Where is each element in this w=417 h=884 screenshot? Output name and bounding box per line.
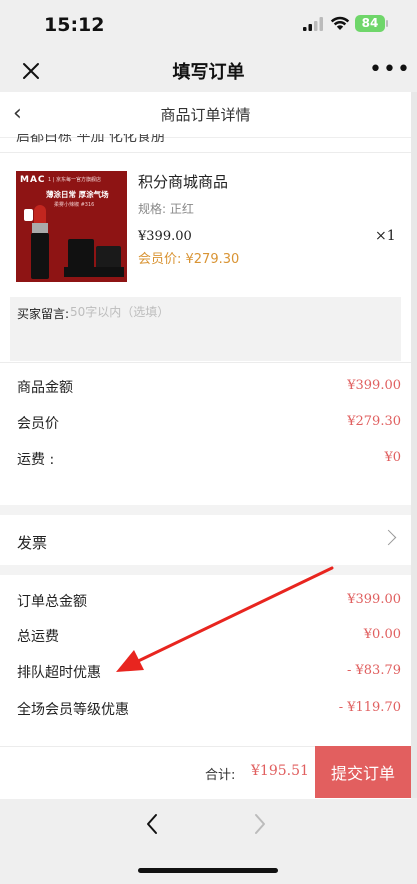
section-divider bbox=[0, 505, 411, 515]
signal-icon bbox=[303, 17, 323, 31]
member-price-value: ¥279.30 bbox=[347, 414, 401, 429]
image-headline: 薄涂日常 厚涂气场 bbox=[46, 190, 109, 199]
image-subline: 柔雾小辣椒 #316 bbox=[54, 202, 95, 208]
image-badge bbox=[24, 209, 33, 221]
member-price-label: 会员价 bbox=[17, 416, 59, 432]
queue-timeout-discount-value: - ¥83.79 bbox=[346, 663, 401, 678]
lipstick-bullet-icon bbox=[34, 205, 46, 223]
goods-amount-label: 商品金额 bbox=[17, 380, 73, 396]
member-level-discount-value: - ¥119.70 bbox=[338, 700, 401, 715]
order-total-value: ¥399.00 bbox=[347, 592, 401, 607]
lipstick-case-icon bbox=[31, 233, 49, 279]
forward-arrow-icon[interactable] bbox=[252, 812, 268, 836]
annotation-arrow bbox=[116, 566, 334, 672]
lipstick-sleeve-icon bbox=[32, 223, 48, 233]
shipping-label: 运费 : bbox=[17, 452, 55, 468]
invoice-row[interactable] bbox=[0, 515, 411, 565]
total-shipping-label: 总运费 bbox=[17, 629, 59, 645]
back-arrow-icon[interactable] bbox=[144, 812, 160, 836]
order-total-label: 订单总金额 bbox=[17, 594, 87, 610]
remark-label: 买家留言: bbox=[17, 307, 70, 321]
product-box-icon bbox=[64, 267, 124, 277]
shipping-value: ¥0 bbox=[384, 450, 401, 465]
divider bbox=[0, 152, 411, 153]
product-member-price: 会员价: ¥279.30 bbox=[138, 252, 240, 267]
invoice-label: 发票 bbox=[17, 534, 48, 552]
total-value: ¥195.51 bbox=[251, 763, 309, 779]
order-header-title: 商品订单详情 bbox=[160, 106, 251, 124]
image-tag: 1 | 京东每一官方旗舰店 bbox=[48, 177, 102, 183]
product-quantity: ×1 bbox=[375, 228, 396, 244]
goods-amount-value: ¥399.00 bbox=[347, 378, 401, 393]
page-title: 填写订单 bbox=[172, 62, 245, 83]
divider bbox=[0, 362, 411, 363]
remark-input[interactable] bbox=[70, 302, 390, 322]
brand-logo: MAC bbox=[20, 175, 46, 185]
wifi-icon bbox=[330, 16, 350, 30]
more-icon[interactable]: ••• bbox=[369, 57, 411, 82]
product-spec: 规格: 正红 bbox=[138, 202, 194, 216]
scroll-edge bbox=[411, 92, 417, 798]
status-time: 15:12 bbox=[44, 14, 105, 36]
battery-icon: 84 bbox=[355, 15, 388, 32]
queue-timeout-discount-label: 排队超时优惠 bbox=[17, 665, 101, 681]
member-level-discount-label: 全场会员等级优惠 bbox=[17, 702, 129, 718]
home-indicator bbox=[138, 868, 278, 873]
submit-order-button[interactable]: 提交订单 bbox=[315, 746, 411, 798]
product-image[interactable]: MAC 1 | 京东每一官方旗舰店 薄涂日常 厚涂气场 柔雾小辣椒 #316 bbox=[16, 171, 127, 282]
total-shipping-value: ¥0.00 bbox=[363, 627, 401, 642]
product-price: ¥399.00 bbox=[138, 229, 192, 244]
total-label: 合计: bbox=[205, 768, 236, 783]
product-title[interactable]: 积分商城商品 bbox=[138, 171, 228, 192]
